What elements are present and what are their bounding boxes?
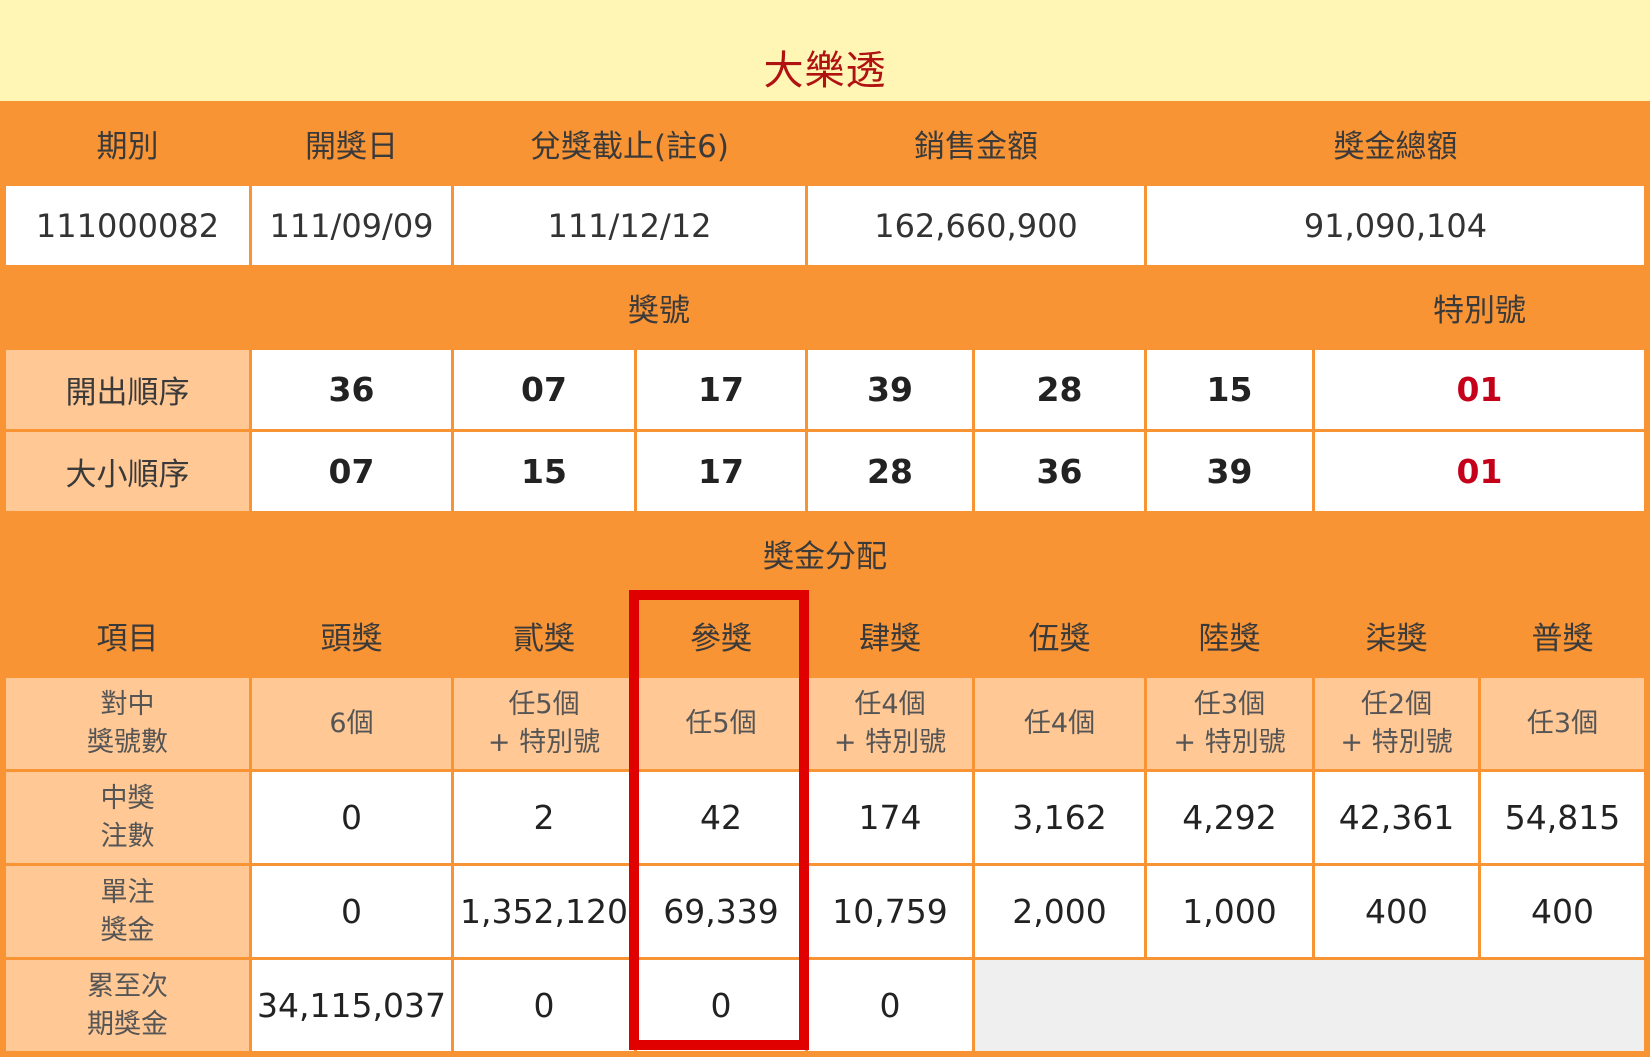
- winners-label: 中獎 注數: [6, 772, 249, 863]
- carryover-amount: 0: [454, 960, 634, 1051]
- match-count-text: 任4個: [854, 688, 926, 720]
- match-count-cell: 任5個 + 特別號: [454, 678, 634, 769]
- size-order-number: 15: [454, 432, 634, 511]
- draw-date-value: 111/09/09: [252, 186, 451, 265]
- lottery-result-table: 期別 開獎日 兌獎截止(註6) 銷售金額 獎金總額 111000082 111/…: [0, 101, 1650, 1057]
- winners-count: 42,361: [1315, 772, 1478, 863]
- match-count-cell: 任5個: [637, 678, 805, 769]
- match-count-text: 任5個: [508, 688, 580, 720]
- match-count-cell: 6個: [252, 678, 451, 769]
- carryover-label-line: 期獎金: [87, 1008, 168, 1040]
- draw-order-number: 36: [252, 350, 451, 429]
- page-title: 大樂透: [763, 48, 887, 94]
- size-order-number: 39: [1147, 432, 1312, 511]
- carryover-label: 累至次 期獎金: [6, 960, 249, 1051]
- period-value: 111000082: [6, 186, 249, 265]
- winners-count: 4,292: [1147, 772, 1312, 863]
- match-count-text: + 特別號: [487, 726, 601, 758]
- carryover-amount: 34,115,037: [252, 960, 451, 1051]
- draw-order-number: 07: [454, 350, 634, 429]
- match-count-text: + 特別號: [833, 726, 947, 758]
- draw-date-header: 開獎日: [252, 104, 451, 183]
- draw-order-number: 15: [1147, 350, 1312, 429]
- item-header: 項目: [6, 596, 249, 675]
- match-count-cell: 任4個: [975, 678, 1144, 769]
- match-count-label-line: 獎號數: [87, 726, 168, 758]
- match-count-text: 6個: [329, 707, 374, 739]
- size-order-special-number: 01: [1315, 432, 1644, 511]
- match-count-cell: 任4個 + 特別號: [808, 678, 972, 769]
- match-count-text: 任4個: [1023, 707, 1096, 739]
- prize-per-ticket: 69,339: [637, 866, 805, 957]
- sales-header: 銷售金額: [808, 104, 1144, 183]
- prize-per-ticket-label-line: 單注: [100, 876, 155, 908]
- match-count-text: 任3個: [1193, 688, 1266, 720]
- carryover-empty-area: [975, 960, 1644, 1051]
- carryover-amount: 0: [808, 960, 972, 1051]
- match-count-text: + 特別號: [1340, 726, 1453, 758]
- tier-header: 貳獎: [454, 596, 634, 675]
- prize-per-ticket: 2,000: [975, 866, 1144, 957]
- winners-count: 0: [252, 772, 451, 863]
- prize-per-ticket: 1,352,120: [454, 866, 634, 957]
- prize-per-ticket: 400: [1481, 866, 1644, 957]
- carryover-amount: 0: [637, 960, 805, 1051]
- match-count-cell: 任2個 + 特別號: [1315, 678, 1478, 769]
- match-count-text: 任2個: [1360, 688, 1433, 720]
- tier-header: 普獎: [1481, 596, 1644, 675]
- winners-count: 174: [808, 772, 972, 863]
- claim-deadline-value: 111/12/12: [454, 186, 805, 265]
- draw-order-number: 17: [637, 350, 805, 429]
- draw-order-special-number: 01: [1315, 350, 1644, 429]
- size-order-number: 07: [252, 432, 451, 511]
- title-bar: 大樂透: [0, 0, 1650, 101]
- size-order-number: 28: [808, 432, 972, 511]
- winners-count: 54,815: [1481, 772, 1644, 863]
- tier-header: 陸獎: [1147, 596, 1312, 675]
- tier-header: 肆獎: [808, 596, 972, 675]
- winners-label-line: 中獎: [100, 782, 155, 814]
- period-header: 期別: [6, 104, 249, 183]
- winners-count: 2: [454, 772, 634, 863]
- size-order-number: 17: [637, 432, 805, 511]
- draw-order-number: 39: [808, 350, 972, 429]
- prize-per-ticket-label-line: 獎金: [100, 914, 155, 946]
- tier-header: 伍獎: [975, 596, 1144, 675]
- prize-per-ticket-label: 單注 獎金: [6, 866, 249, 957]
- match-count-label-line: 對中: [100, 688, 155, 720]
- prize-per-ticket: 10,759: [808, 866, 972, 957]
- winners-count: 42: [637, 772, 805, 863]
- prize-total-value: 91,090,104: [1147, 186, 1644, 265]
- size-order-label: 大小順序: [6, 432, 249, 511]
- carryover-label-line: 累至次: [87, 970, 168, 1002]
- match-count-label: 對中 獎號數: [6, 678, 249, 769]
- winning-numbers-header: 獎號: [6, 268, 1312, 347]
- claim-deadline-header: 兌獎截止(註6): [454, 104, 805, 183]
- prize-per-ticket: 1,000: [1147, 866, 1312, 957]
- match-count-cell: 任3個 + 特別號: [1147, 678, 1312, 769]
- prize-per-ticket: 400: [1315, 866, 1478, 957]
- prize-total-header: 獎金總額: [1147, 104, 1644, 183]
- tier-header: 柒獎: [1315, 596, 1478, 675]
- winners-label-line: 注數: [100, 820, 155, 852]
- prize-per-ticket: 0: [252, 866, 451, 957]
- match-count-text: 任5個: [685, 707, 757, 739]
- match-count-text: 任3個: [1526, 707, 1599, 739]
- draw-order-label: 開出順序: [6, 350, 249, 429]
- sales-value: 162,660,900: [808, 186, 1144, 265]
- match-count-text: + 特別號: [1173, 726, 1286, 758]
- tier-header: 頭獎: [252, 596, 451, 675]
- draw-order-number: 28: [975, 350, 1144, 429]
- winners-count: 3,162: [975, 772, 1144, 863]
- size-order-number: 36: [975, 432, 1144, 511]
- tier-header: 參獎: [637, 596, 805, 675]
- distribution-title: 獎金分配: [6, 514, 1644, 593]
- match-count-cell: 任3個: [1481, 678, 1644, 769]
- special-number-header: 特別號: [1315, 268, 1644, 347]
